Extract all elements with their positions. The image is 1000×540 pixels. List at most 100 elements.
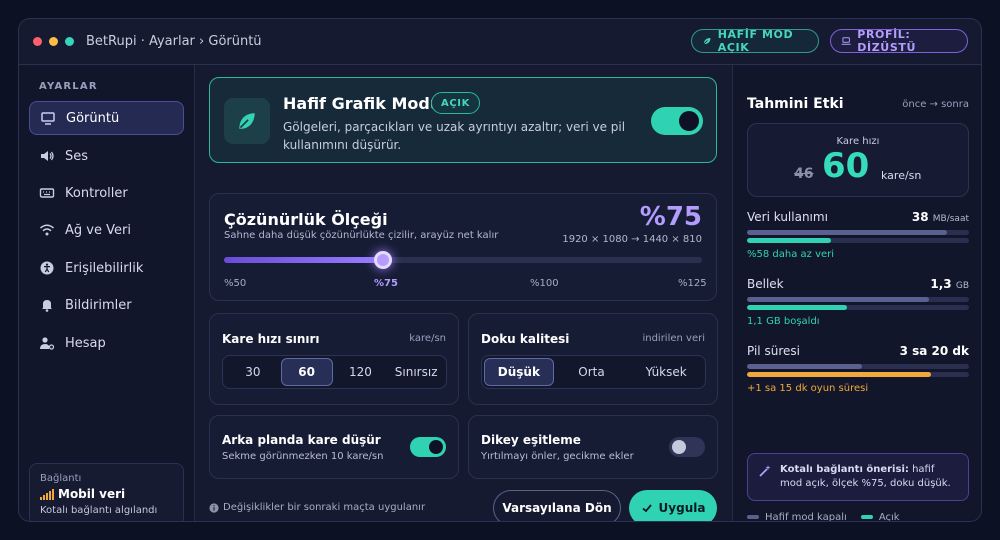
title-bar: BetRupi · Ayarlar › Görüntü HAFİF MOD AÇ… [19, 19, 981, 65]
before-fill [747, 230, 947, 235]
reset-defaults-button[interactable]: Varsayılana Dön [493, 490, 621, 521]
slider-fill [224, 257, 384, 263]
texture-option-medium[interactable]: Orta [554, 358, 630, 386]
vsync-toggle[interactable] [669, 437, 705, 457]
sidebar: AYARLAR Görüntü Ses Kontroller Ağ ve Ver… [19, 65, 195, 521]
metric-value: 38 MB/saat [911, 210, 969, 224]
fps-before-value: 46 [794, 166, 814, 182]
fps-option-60[interactable]: 60 [280, 358, 333, 386]
scale-tick[interactable]: %100 [530, 278, 559, 289]
scale-tick[interactable]: %125 [678, 278, 707, 289]
fps-impact-box: Kare hızı 46 60 kare/sn [747, 123, 969, 197]
speaker-icon [41, 151, 54, 161]
before-fill [747, 364, 863, 369]
metric-note: %58 daha az veri [747, 249, 835, 260]
after-fill [747, 305, 847, 310]
user-gear-icon [40, 337, 55, 350]
profile-text: PROFİL: DİZÜSTÜ [857, 28, 916, 54]
fps-after-value: 60 [822, 146, 870, 186]
legend-item-on: Açık [860, 512, 900, 521]
sidebar-item-sound[interactable]: Ses [29, 139, 184, 173]
texture-segmented: Düşük Orta Yüksek [481, 355, 706, 389]
legend-item-off: Hafif mod kapalı [747, 512, 847, 521]
metric-after-bar [747, 372, 969, 377]
metered-connection-tip: Kotalı bağlantı önerisi: hafif mod açık,… [747, 453, 969, 501]
slider-handle[interactable] [374, 251, 393, 269]
connection-status: Bağlantı Mobil veri Kotalı bağlantı algı… [29, 463, 184, 521]
sidebar-item-label: Hesap [65, 335, 106, 351]
check-icon [641, 504, 652, 513]
metric-battery: Pil süresi 3 sa 20 dk +1 sa 15 dk oyun s… [747, 344, 969, 394]
profile-badge[interactable]: PROFİL: DİZÜSTÜ [830, 28, 968, 54]
toggle-knob [429, 440, 443, 454]
metric-note: 1,1 GB boşaldı [747, 316, 820, 327]
texture-quality-card: Doku kalitesi indirilen veri Düşük Orta … [468, 313, 718, 405]
fps-option-unlimited[interactable]: Sınırsız [388, 358, 444, 386]
impact-subtitle: önce → sonra [902, 99, 969, 110]
apply-button[interactable]: Uygula [629, 490, 717, 521]
sidebar-item-label: Erişilebilirlik [65, 260, 144, 276]
lite-mode-description: Gölgeleri, parçacıkları ve uzak ayrıntıy… [283, 120, 626, 152]
scale-resolution: 1920 × 1080 → 1440 × 810 [562, 234, 702, 245]
toggle-knob [679, 111, 699, 131]
tip-text: Kotalı bağlantı önerisi: hafif mod açık,… [780, 463, 958, 491]
connection-label: Bağlantı [40, 473, 82, 484]
sidebar-item-account[interactable]: Hesap [29, 326, 184, 360]
fps-option-30[interactable]: 30 [225, 358, 281, 386]
apply-note: Değişiklikler bir sonraki maçta uygulanı… [209, 502, 425, 513]
background-fps-toggle[interactable] [410, 437, 446, 457]
sidebar-item-label: Ağ ve Veri [65, 222, 131, 238]
scale-tick[interactable]: %75 [374, 278, 398, 289]
before-fill [747, 297, 930, 302]
lite-mode-on-badge: AÇIK [431, 92, 480, 114]
sidebar-item-label: Ses [65, 148, 89, 164]
metric-before-bar [747, 364, 969, 369]
leaf-icon [703, 37, 711, 45]
metric-value: 3 sa 20 dk [899, 344, 969, 358]
lite-mode-status-badge[interactable]: HAFİF MOD AÇIK [691, 28, 819, 54]
settings-window: BetRupi · Ayarlar › Görüntü HAFİF MOD AÇ… [18, 18, 982, 522]
lite-mode-icon-box [224, 98, 270, 144]
breadcrumb: BetRupi · Ayarlar › Görüntü [86, 34, 262, 49]
sidebar-item-display[interactable]: Görüntü [29, 101, 184, 135]
magic-wand-icon [759, 465, 771, 477]
impact-panel: Tahmini Etki önce → sonra Kare hızı 46 6… [732, 65, 981, 521]
background-fps-card: Arka planda kare düşür Sekme görünmezken… [209, 415, 459, 479]
accessibility-icon [40, 261, 54, 275]
sidebar-item-network[interactable]: Ağ ve Veri [29, 213, 184, 247]
scale-slider[interactable] [224, 251, 702, 269]
fps-unit: kare/sn [881, 169, 922, 182]
sidebar-item-notifications[interactable]: Bildirimler [29, 288, 184, 322]
connection-type: Mobil veri [40, 487, 173, 501]
metric-memory: Bellek 1,3 GB 1,1 GB boşaldı [747, 277, 969, 327]
texture-option-high[interactable]: Yüksek [629, 358, 703, 386]
fps-option-120[interactable]: 120 [333, 358, 389, 386]
lite-mode-status-text: HAFİF MOD AÇIK [717, 28, 794, 54]
sidebar-item-label: Kontroller [65, 185, 128, 201]
lite-mode-card: Hafif Grafik Modu AÇIK Gölgeleri, parçac… [209, 77, 717, 163]
vsync-title: Dikey eşitleme [481, 433, 581, 447]
sidebar-item-accessibility[interactable]: Erişilebilirlik [29, 251, 184, 285]
texture-note: indirilen veri [642, 333, 705, 344]
close-dot[interactable] [33, 37, 42, 46]
metric-data-usage: Veri kullanımı 38 MB/saat %58 daha az ve… [747, 210, 969, 260]
sidebar-heading: AYARLAR [39, 81, 98, 92]
minimize-dot[interactable] [49, 37, 58, 46]
maximize-dot[interactable] [65, 37, 74, 46]
metric-before-bar [747, 230, 969, 235]
metric-label: Bellek [747, 277, 784, 291]
sidebar-item-controls[interactable]: Kontroller [29, 176, 184, 210]
metric-after-bar [747, 305, 969, 310]
lite-mode-toggle[interactable] [651, 107, 703, 135]
fps-limit-title: Kare hızı sınırı [222, 332, 320, 346]
laptop-icon [841, 37, 851, 45]
keyboard-icon [39, 188, 55, 198]
info-icon [209, 502, 219, 513]
metric-note: +1 sa 15 dk oyun süresi [747, 383, 869, 394]
fps-limit-segmented: 30 60 120 Sınırsız [222, 355, 447, 389]
texture-option-low[interactable]: Düşük [484, 358, 554, 386]
scale-tick[interactable]: %50 [224, 278, 246, 289]
sidebar-item-label: Görüntü [66, 110, 120, 126]
metric-label: Pil süresi [747, 344, 800, 358]
background-fps-description: Sekme görünmezken 10 kare/sn [222, 451, 384, 462]
